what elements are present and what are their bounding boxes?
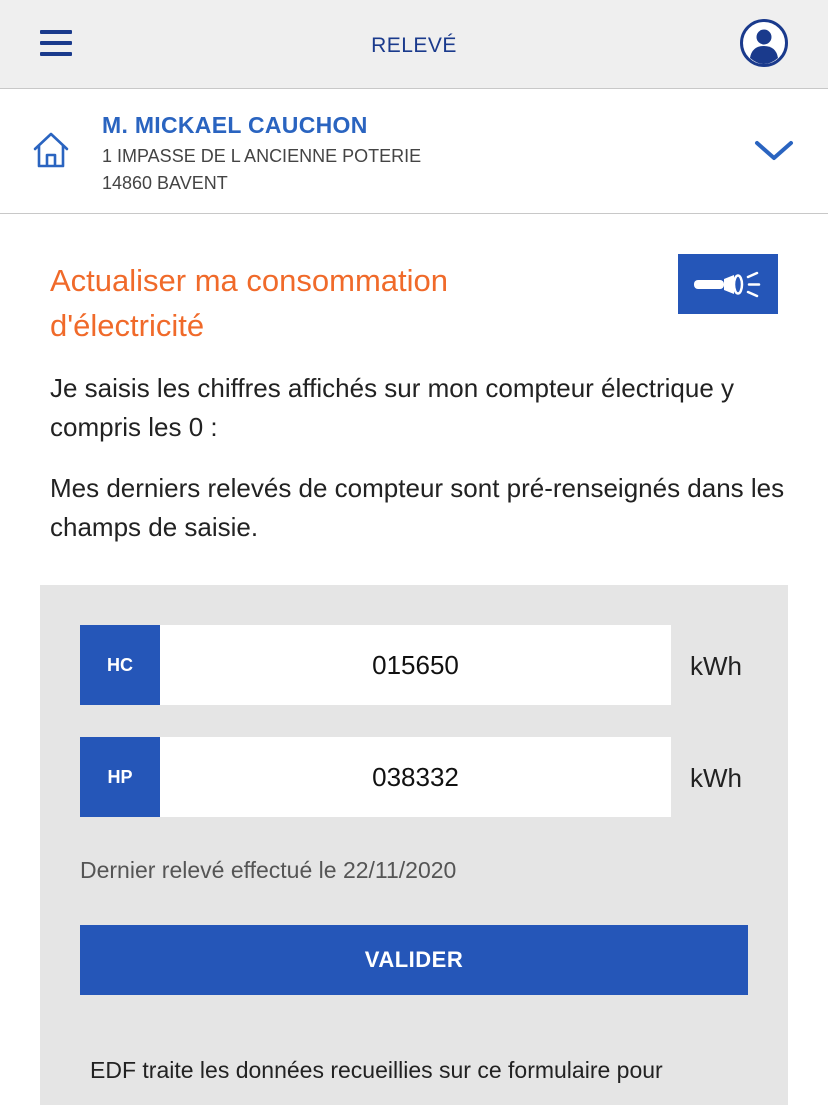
legal-notice: EDF traite les données recueillies sur c… <box>90 1057 663 1083</box>
last-reading-date: Dernier relevé effectué le 22/11/2020 <box>80 857 457 883</box>
hc-reading-input[interactable]: 015650 <box>160 625 671 705</box>
top-bar: RELEVÉ <box>0 0 828 89</box>
chevron-down-icon[interactable] <box>754 138 794 164</box>
hc-unit: kWh <box>690 651 742 681</box>
flashlight-button[interactable] <box>678 254 778 314</box>
hp-unit: kWh <box>690 763 742 793</box>
hp-tag: HP <box>80 737 160 817</box>
customer-name: M. MICKAEL CAUCHON <box>102 112 368 138</box>
instruction-text: Je saisis les chiffres affichés sur mon … <box>50 373 734 442</box>
hc-tag: HC <box>80 625 160 705</box>
page-title: RELEVÉ <box>371 34 457 57</box>
user-account-icon[interactable] <box>739 18 789 68</box>
section-heading: Actualiser ma consommation d'électricité <box>50 263 448 343</box>
home-icon <box>33 132 69 168</box>
prefill-notice: Mes derniers relevés de compteur sont pr… <box>50 473 785 542</box>
validate-button[interactable]: VALIDER <box>80 925 748 995</box>
customer-address-line1: 1 IMPASSE DE L ANCIENNE POTERIE <box>102 146 422 166</box>
flashlight-icon <box>694 271 761 298</box>
hp-reading-input[interactable]: 038332 <box>160 737 671 817</box>
customer-address-line2: 14860 BAVENT <box>102 173 228 193</box>
